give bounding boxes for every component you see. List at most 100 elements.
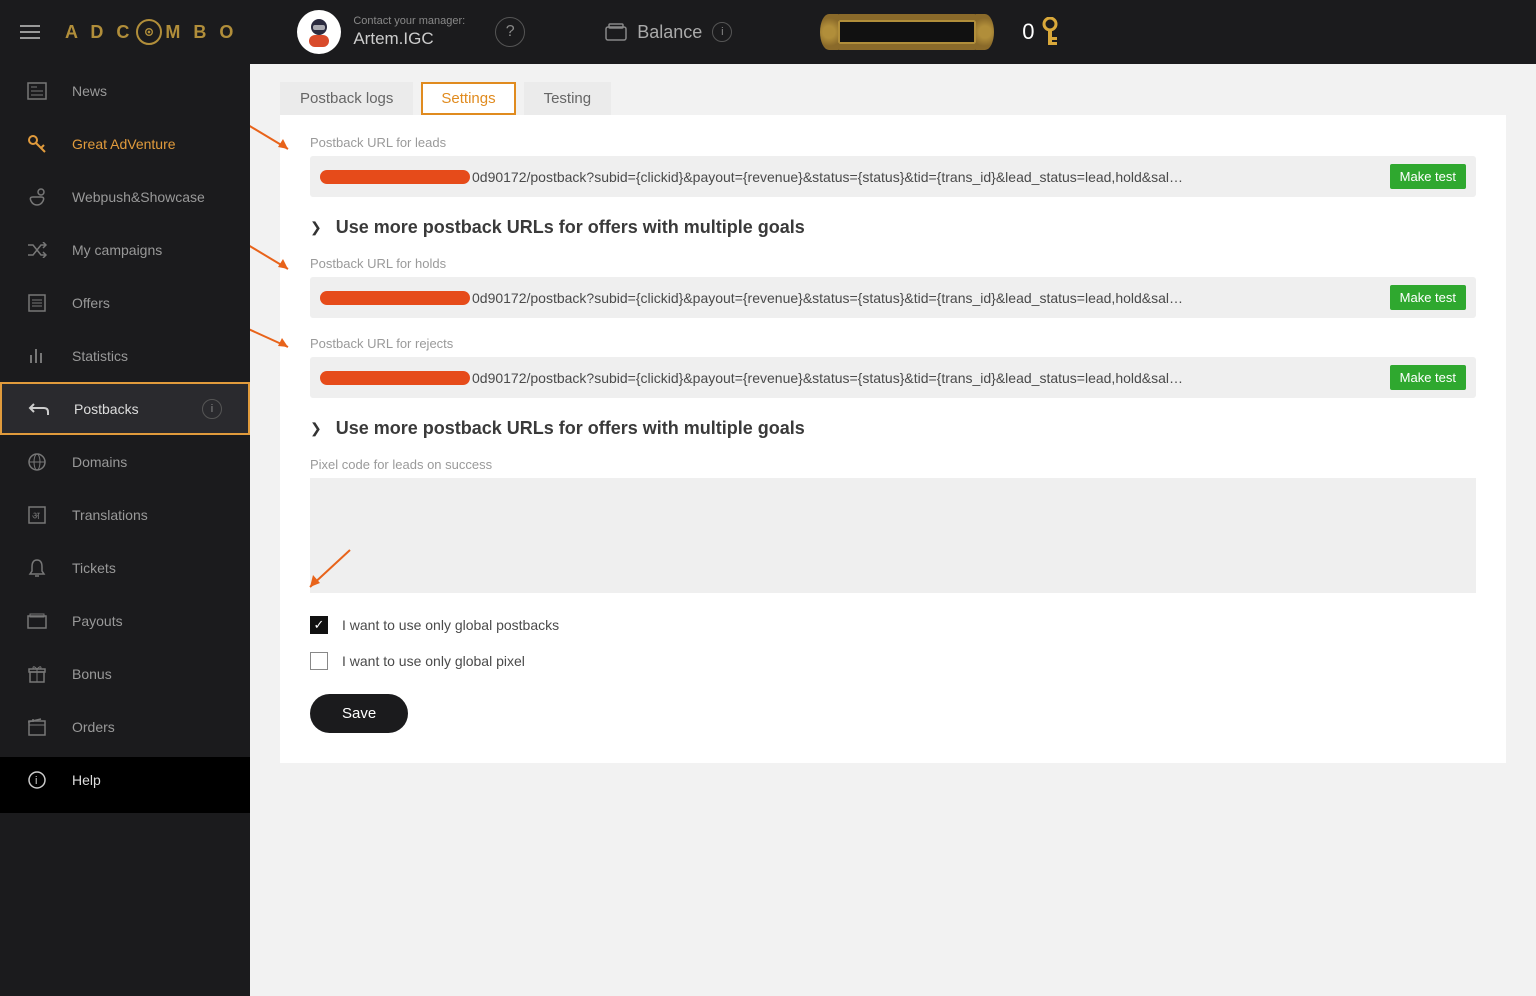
redacted-segment — [320, 170, 470, 184]
redacted-segment — [320, 291, 470, 305]
help-icon[interactable]: ? — [495, 17, 525, 47]
sidebar-item-payouts[interactable]: Payouts — [0, 594, 250, 647]
sidebar-item-label: Payouts — [72, 613, 123, 629]
checkbox-global-postbacks[interactable]: ✓ I want to use only global postbacks — [310, 616, 1476, 634]
make-test-button[interactable]: Make test — [1390, 285, 1466, 310]
sidebar-item-orders[interactable]: Orders — [0, 700, 250, 753]
bell-icon — [26, 557, 48, 579]
annotation-arrow-icon — [250, 117, 298, 157]
sidebar-item-campaigns[interactable]: My campaigns — [0, 223, 250, 276]
sidebar-item-label: Statistics — [72, 348, 128, 364]
manager-block[interactable]: Contact your manager: Artem.IGC ? — [297, 10, 525, 54]
url-leads-input[interactable]: 0d90172/postback?subid={clickid}&payout=… — [472, 169, 1380, 185]
shuffle-icon — [26, 239, 48, 261]
keys-amount: 0 — [1022, 19, 1034, 45]
balance-label: Balance — [637, 22, 702, 43]
sidebar-item-label: Translations — [72, 507, 148, 523]
expander-multi-goals-1[interactable]: ❯ Use more postback URLs for offers with… — [310, 217, 1476, 238]
expander-label: Use more postback URLs for offers with m… — [336, 217, 805, 238]
expander-label: Use more postback URLs for offers with m… — [336, 418, 805, 439]
menu-toggle-icon[interactable] — [20, 25, 40, 39]
sidebar-item-label: Bonus — [72, 666, 112, 682]
tab-settings[interactable]: Settings — [421, 82, 515, 115]
list-icon — [26, 292, 48, 314]
label-url-rejects: Postback URL for rejects — [310, 336, 1476, 351]
logo-text-right: M B O — [165, 22, 237, 43]
main-content: Postback logs Settings Testing Postback … — [250, 64, 1536, 996]
svg-text:अ: अ — [32, 511, 40, 522]
logo[interactable]: A D C M B O — [65, 14, 237, 50]
sidebar-item-statistics[interactable]: Statistics — [0, 329, 250, 382]
sidebar-item-translations[interactable]: अ Translations — [0, 488, 250, 541]
sidebar-item-label: Domains — [72, 454, 127, 470]
label-url-holds: Postback URL for holds — [310, 256, 1476, 271]
chevron-right-icon: ❯ — [310, 420, 322, 437]
gift-icon — [26, 663, 48, 685]
return-icon — [28, 398, 50, 420]
tabs: Postback logs Settings Testing — [280, 82, 1506, 115]
sidebar-item-label: Orders — [72, 719, 115, 735]
label-url-leads: Postback URL for leads — [310, 135, 1476, 150]
hand-icon — [26, 186, 48, 208]
tab-postback-logs[interactable]: Postback logs — [280, 82, 413, 115]
key-icon — [1041, 17, 1059, 47]
pixel-code-textarea[interactable] — [310, 478, 1476, 593]
sidebar-item-webpush[interactable]: Webpush&Showcase — [0, 170, 250, 223]
sidebar-item-offers[interactable]: Offers — [0, 276, 250, 329]
annotation-arrow-icon — [250, 317, 298, 357]
sidebar-item-label: Tickets — [72, 560, 116, 576]
logo-text-left: A D C — [65, 22, 133, 43]
key-icon — [26, 133, 48, 155]
sidebar-item-adventure[interactable]: Great AdVenture — [0, 117, 250, 170]
info-icon[interactable]: i — [712, 22, 732, 42]
sidebar-item-label: Webpush&Showcase — [72, 189, 205, 205]
make-test-button[interactable]: Make test — [1390, 164, 1466, 189]
avatar — [297, 10, 341, 54]
make-test-button[interactable]: Make test — [1390, 365, 1466, 390]
sidebar-item-label: My campaigns — [72, 242, 162, 258]
info-icon: i — [26, 769, 48, 791]
sidebar: News Great AdVenture Webpush&Showcase My… — [0, 64, 250, 996]
annotation-arrow-icon — [250, 237, 298, 277]
balance-link[interactable]: Balance i — [605, 22, 732, 43]
sidebar-item-tickets[interactable]: Tickets — [0, 541, 250, 594]
sidebar-item-domains[interactable]: Domains — [0, 435, 250, 488]
sidebar-item-label: Great AdVenture — [72, 136, 176, 152]
svg-text:i: i — [35, 775, 37, 787]
stats-icon — [26, 345, 48, 367]
sidebar-item-bonus[interactable]: Bonus — [0, 647, 250, 700]
manager-label: Contact your manager: — [353, 14, 465, 28]
checkbox-icon: ✓ — [310, 616, 328, 634]
decorative-plaque — [832, 14, 982, 50]
sidebar-item-label: Offers — [72, 295, 110, 311]
sidebar-item-news[interactable]: News — [0, 64, 250, 117]
url-rejects-input[interactable]: 0d90172/postback?subid={clickid}&payout=… — [472, 370, 1380, 386]
keys-counter[interactable]: 0 — [1022, 17, 1058, 47]
info-icon[interactable]: i — [202, 399, 222, 419]
globe-icon — [26, 451, 48, 473]
sidebar-item-label: Help — [72, 772, 101, 788]
url-holds-input[interactable]: 0d90172/postback?subid={clickid}&payout=… — [472, 290, 1380, 306]
sidebar-item-postbacks[interactable]: Postbacks i — [0, 382, 250, 435]
expander-multi-goals-2[interactable]: ❯ Use more postback URLs for offers with… — [310, 418, 1476, 439]
checkbox-global-pixel[interactable]: I want to use only global pixel — [310, 652, 1476, 670]
redacted-segment — [320, 371, 470, 385]
sidebar-item-label: Postbacks — [74, 401, 139, 417]
wallet-icon — [605, 23, 627, 41]
header: A D C M B O Contact your manager: Artem.… — [0, 0, 1536, 64]
tab-testing[interactable]: Testing — [524, 82, 612, 115]
sidebar-item-label: News — [72, 83, 107, 99]
save-button[interactable]: Save — [310, 694, 408, 733]
cash-icon — [26, 610, 48, 632]
sidebar-item-help[interactable]: i Help — [0, 753, 250, 806]
checkbox-icon — [310, 652, 328, 670]
chevron-right-icon: ❯ — [310, 219, 322, 236]
checkbox-label: I want to use only global pixel — [342, 653, 525, 669]
manager-name: Artem.IGC — [353, 28, 465, 50]
calendar-icon — [26, 716, 48, 738]
url-holds-row: 0d90172/postback?subid={clickid}&payout=… — [310, 277, 1476, 318]
translate-icon: अ — [26, 504, 48, 526]
checkbox-label: I want to use only global postbacks — [342, 617, 559, 633]
gear-icon — [136, 19, 162, 45]
news-icon — [26, 80, 48, 102]
